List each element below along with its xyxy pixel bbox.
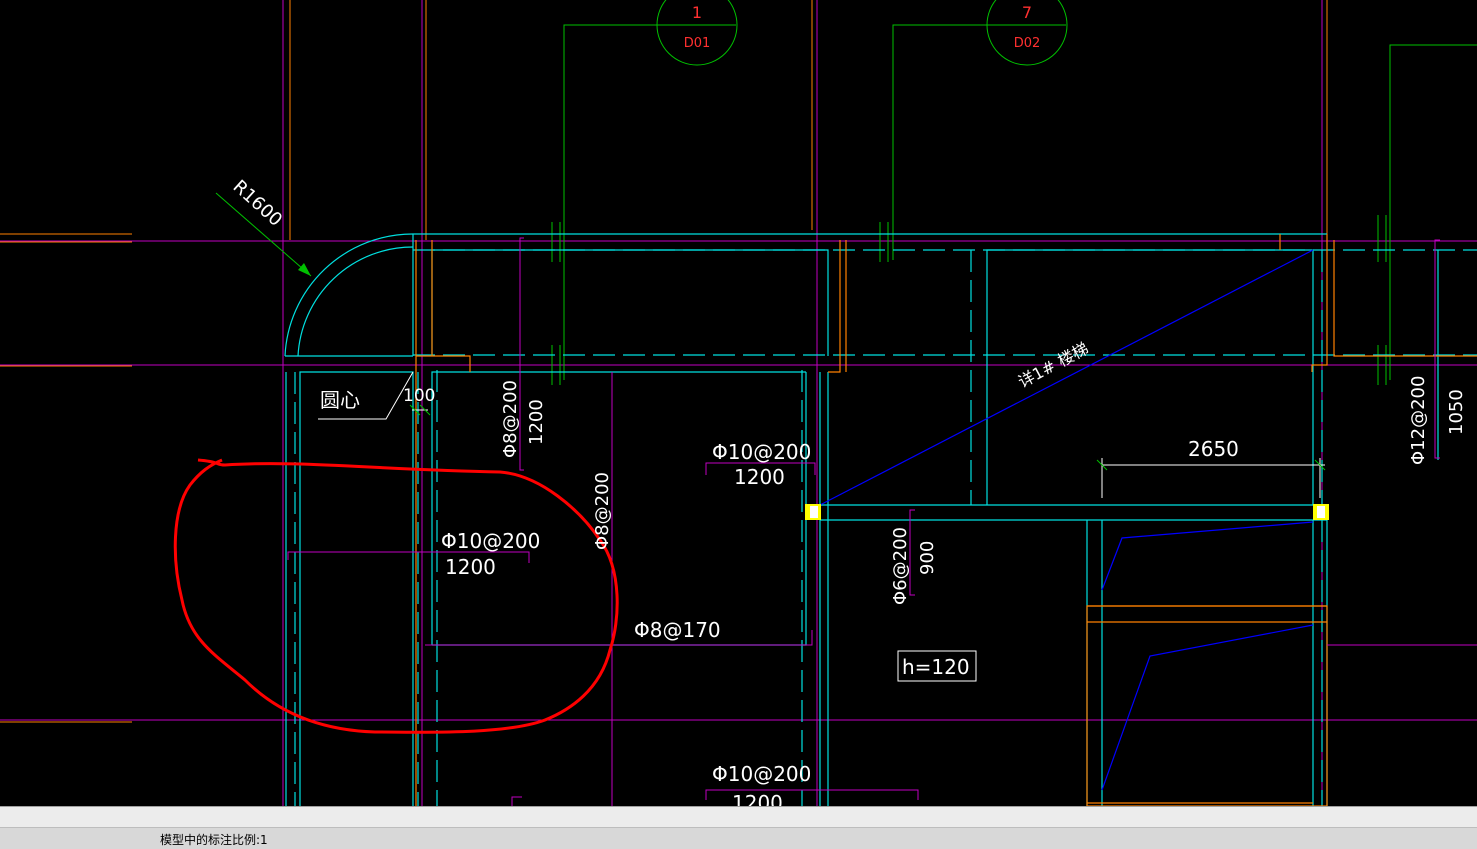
rebar-lines: [287, 237, 1477, 806]
status-bar: 模型中的标注比例:1: [0, 806, 1477, 849]
axis-marker-label-1: D01: [684, 36, 711, 51]
rebar-mid-vertical-label: Φ8@200: [592, 472, 613, 550]
axis-marker-number-1: 1: [692, 3, 702, 22]
grip-points[interactable]: [805, 504, 1329, 520]
cad-drawing-canvas[interactable]: 1 D01 7 D02 R1600 圆心 100 详1# 楼梯 2650 Φ8@…: [0, 0, 1477, 815]
rebar-right-12-length: 1050: [1446, 389, 1467, 435]
offset-dimension: 100: [403, 386, 435, 406]
rebar-v6-length: 900: [917, 541, 938, 575]
rebar-circle-horizontal-length: 1200: [445, 555, 496, 579]
annotation-scale-text: 模型中的标注比例:1: [160, 833, 268, 847]
axis-marker-group: [551, 0, 1477, 385]
rebar-top-horizontal-label: Φ10@200: [712, 440, 811, 464]
dimension-2650: 2650: [1188, 437, 1239, 461]
revision-cloud: [173, 458, 619, 734]
center-label: 圆心: [320, 388, 360, 412]
rebar-left-label: Φ8@200: [500, 380, 521, 458]
rebar-bottom-170-label: Φ8@170: [634, 618, 721, 642]
axis-marker-label-7: D02: [1014, 36, 1041, 51]
status-bar-upper: [0, 807, 1477, 828]
walls-dashed: [294, 249, 1477, 806]
rebar-left-length: 1200: [526, 399, 547, 445]
rebar-right-12-label: Φ12@200: [1408, 376, 1429, 465]
axis-lines-orange: [0, 0, 1328, 723]
rebar-v6-label: Φ6@200: [890, 527, 911, 605]
axis-marker-number-7: 7: [1022, 3, 1032, 22]
axis-lines: [0, 0, 1477, 806]
drawing-svg[interactable]: 1 D01 7 D02 R1600 圆心 100 详1# 楼梯 2650 Φ8@…: [0, 0, 1477, 815]
rebar-lower-length: 1200: [732, 791, 783, 806]
rebar-top-horizontal-length: 1200: [734, 465, 785, 489]
rebar-lower-label: Φ10@200: [712, 762, 811, 786]
dimension-lines: [318, 371, 1325, 498]
slab-thickness-label: h=120: [902, 655, 970, 679]
radius-dimension: R1600: [229, 176, 286, 231]
rebar-circle-horizontal-label: Φ10@200: [441, 529, 540, 553]
